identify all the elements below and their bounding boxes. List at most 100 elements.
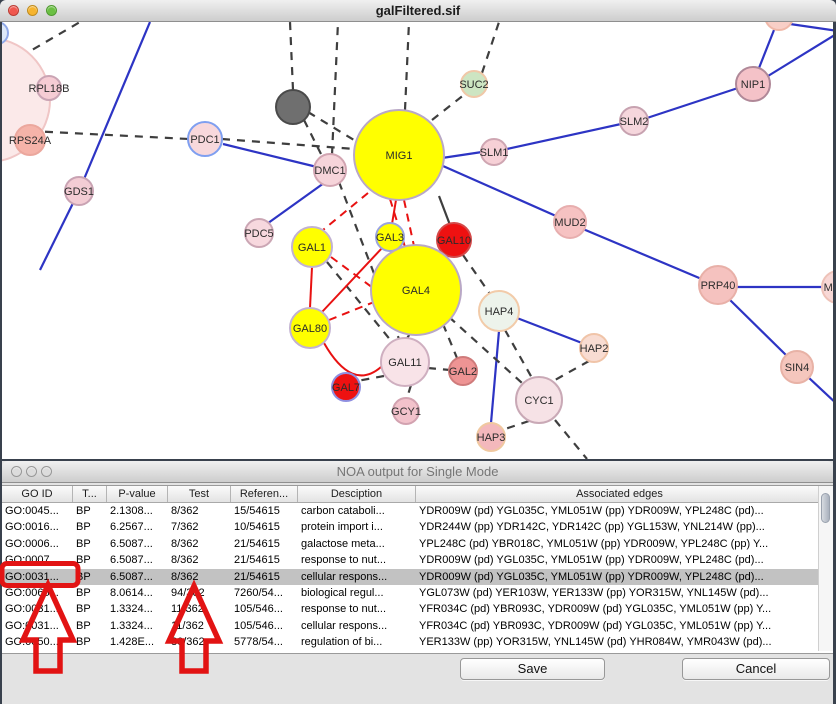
edge[interactable] [443,324,457,358]
edge[interactable] [491,331,499,423]
cell: GO:0007... [2,552,73,568]
cell: cellular respons... [298,569,416,585]
edge[interactable] [405,22,409,110]
cell: 5778/54... [231,634,298,650]
edge[interactable] [442,152,482,158]
edge[interactable] [30,131,189,139]
edge[interactable] [808,377,833,405]
edge[interactable] [404,200,414,246]
edge[interactable] [223,144,317,167]
zoom-button[interactable] [46,5,57,16]
edge[interactable] [790,24,833,31]
cell: GO:0016... [2,519,73,535]
cell: 7/362 [168,519,231,535]
node-label-DMC1: DMC1 [314,165,345,177]
node-label-NIP1: NIP1 [741,79,765,91]
cell: BP [73,519,107,535]
edge[interactable] [308,112,354,140]
cell: 6.2567... [107,519,168,535]
cell: GO:0045... [2,503,73,519]
node-label-GAL80: GAL80 [293,323,327,335]
table-header-row: GO IDT...P-valueTestReferen...Desciption… [2,486,833,503]
edge[interactable] [482,22,499,73]
edge[interactable] [583,229,704,280]
node-label-GAL4: GAL4 [402,285,430,297]
column-header-associated-edges[interactable]: Associated edges [416,486,824,502]
table-row[interactable]: GO:0065...BP8.0614...94/3627260/54...bio… [2,585,833,601]
vertical-scrollbar[interactable] [818,486,833,651]
close-button[interactable] [8,5,19,16]
table-row[interactable]: GO:0007...BP6.5087...8/36221/54615respon… [2,552,833,568]
edge[interactable] [310,267,312,308]
edge[interactable] [264,183,324,226]
edge[interactable] [332,22,338,155]
edge[interactable] [507,124,621,149]
table-row[interactable]: GO:0031...BP6.5087...8/36221/54615cellul… [2,569,833,585]
node-top-pink[interactable] [765,22,793,30]
node-label-HAP3: HAP3 [477,432,506,444]
noa-window-titlebar[interactable]: NOA output for Single Mode [2,461,833,483]
column-header-desciption[interactable]: Desciption [298,486,416,502]
node-gray-node[interactable] [276,90,310,124]
table-row[interactable]: GO:0031...BP1.3324...11/362105/546...cel… [2,618,833,634]
edge[interactable] [79,22,150,191]
column-header-go-id[interactable]: GO ID [2,486,73,502]
edge[interactable] [432,94,465,120]
close-button[interactable] [11,466,22,477]
table-row[interactable]: GO:0031...BP1.3324...11/362105/546...res… [2,601,833,617]
column-header-referen[interactable]: Referen... [231,486,298,502]
edge[interactable] [357,376,384,381]
edge[interactable] [407,385,411,398]
table-row[interactable]: GO:0016...BP6.2567...7/36210/54615protei… [2,519,833,535]
minimize-button[interactable] [26,466,37,477]
edge[interactable] [439,196,450,225]
cell: BP [73,536,107,552]
edge[interactable] [555,420,587,459]
edge[interactable] [517,318,582,343]
edge[interactable] [647,88,738,118]
cell: 8/362 [168,536,231,552]
cell: 21/54615 [231,536,298,552]
node-label-GAL11: GAL11 [388,357,421,369]
edge[interactable] [392,200,396,224]
table-row[interactable]: GO:0050...BP1.428E...80/3625778/54...reg… [2,634,833,650]
column-header-test[interactable]: Test [168,486,231,502]
edge[interactable] [768,33,833,76]
save-button[interactable]: Save [460,658,605,680]
network-window-titlebar[interactable]: galFiltered.sif [0,0,836,22]
cell: response to nut... [298,552,416,568]
cell: YGL073W (pd) YER103W, YER133W (pp) YOR31… [416,585,824,601]
scrollbar-thumb[interactable] [821,493,830,523]
edge[interactable] [759,30,774,68]
edge[interactable] [290,22,293,90]
edge[interactable] [502,421,529,430]
column-header-p-value[interactable]: P-value [107,486,168,502]
cell: 94/362 [168,585,231,601]
cell: 1.3324... [107,601,168,617]
edge[interactable] [20,22,80,57]
cell: BP [73,601,107,617]
edge[interactable] [463,255,490,294]
cell: 21/54615 [231,569,298,585]
network-canvas[interactable]: RPL18BRPS24APDC1GDS1DMC1MIG1SUC2SLM1SLM2… [0,22,836,459]
edge[interactable] [443,166,556,216]
edge[interactable] [222,139,355,149]
table-row[interactable]: GO:0006...BP6.5087...8/36221/54615galact… [2,536,833,552]
cell: GO:0050... [2,634,73,650]
edge[interactable] [729,299,788,357]
edge[interactable] [428,368,450,370]
edge[interactable] [304,120,322,156]
column-header-t[interactable]: T... [73,486,107,502]
cell: 8/362 [168,503,231,519]
node-label-SLM1: SLM1 [480,147,509,159]
table-row[interactable]: GO:0045...BP2.1308...8/36215/54615carbon… [2,503,833,519]
cell: 21/54615 [231,552,298,568]
cancel-button[interactable]: Cancel [682,658,830,680]
node-label-HAP4: HAP4 [485,306,514,318]
minimize-button[interactable] [27,5,38,16]
cell: BP [73,634,107,650]
edge[interactable] [555,361,589,380]
zoom-button[interactable] [41,466,52,477]
edge[interactable] [331,257,373,288]
edge[interactable] [324,343,381,375]
